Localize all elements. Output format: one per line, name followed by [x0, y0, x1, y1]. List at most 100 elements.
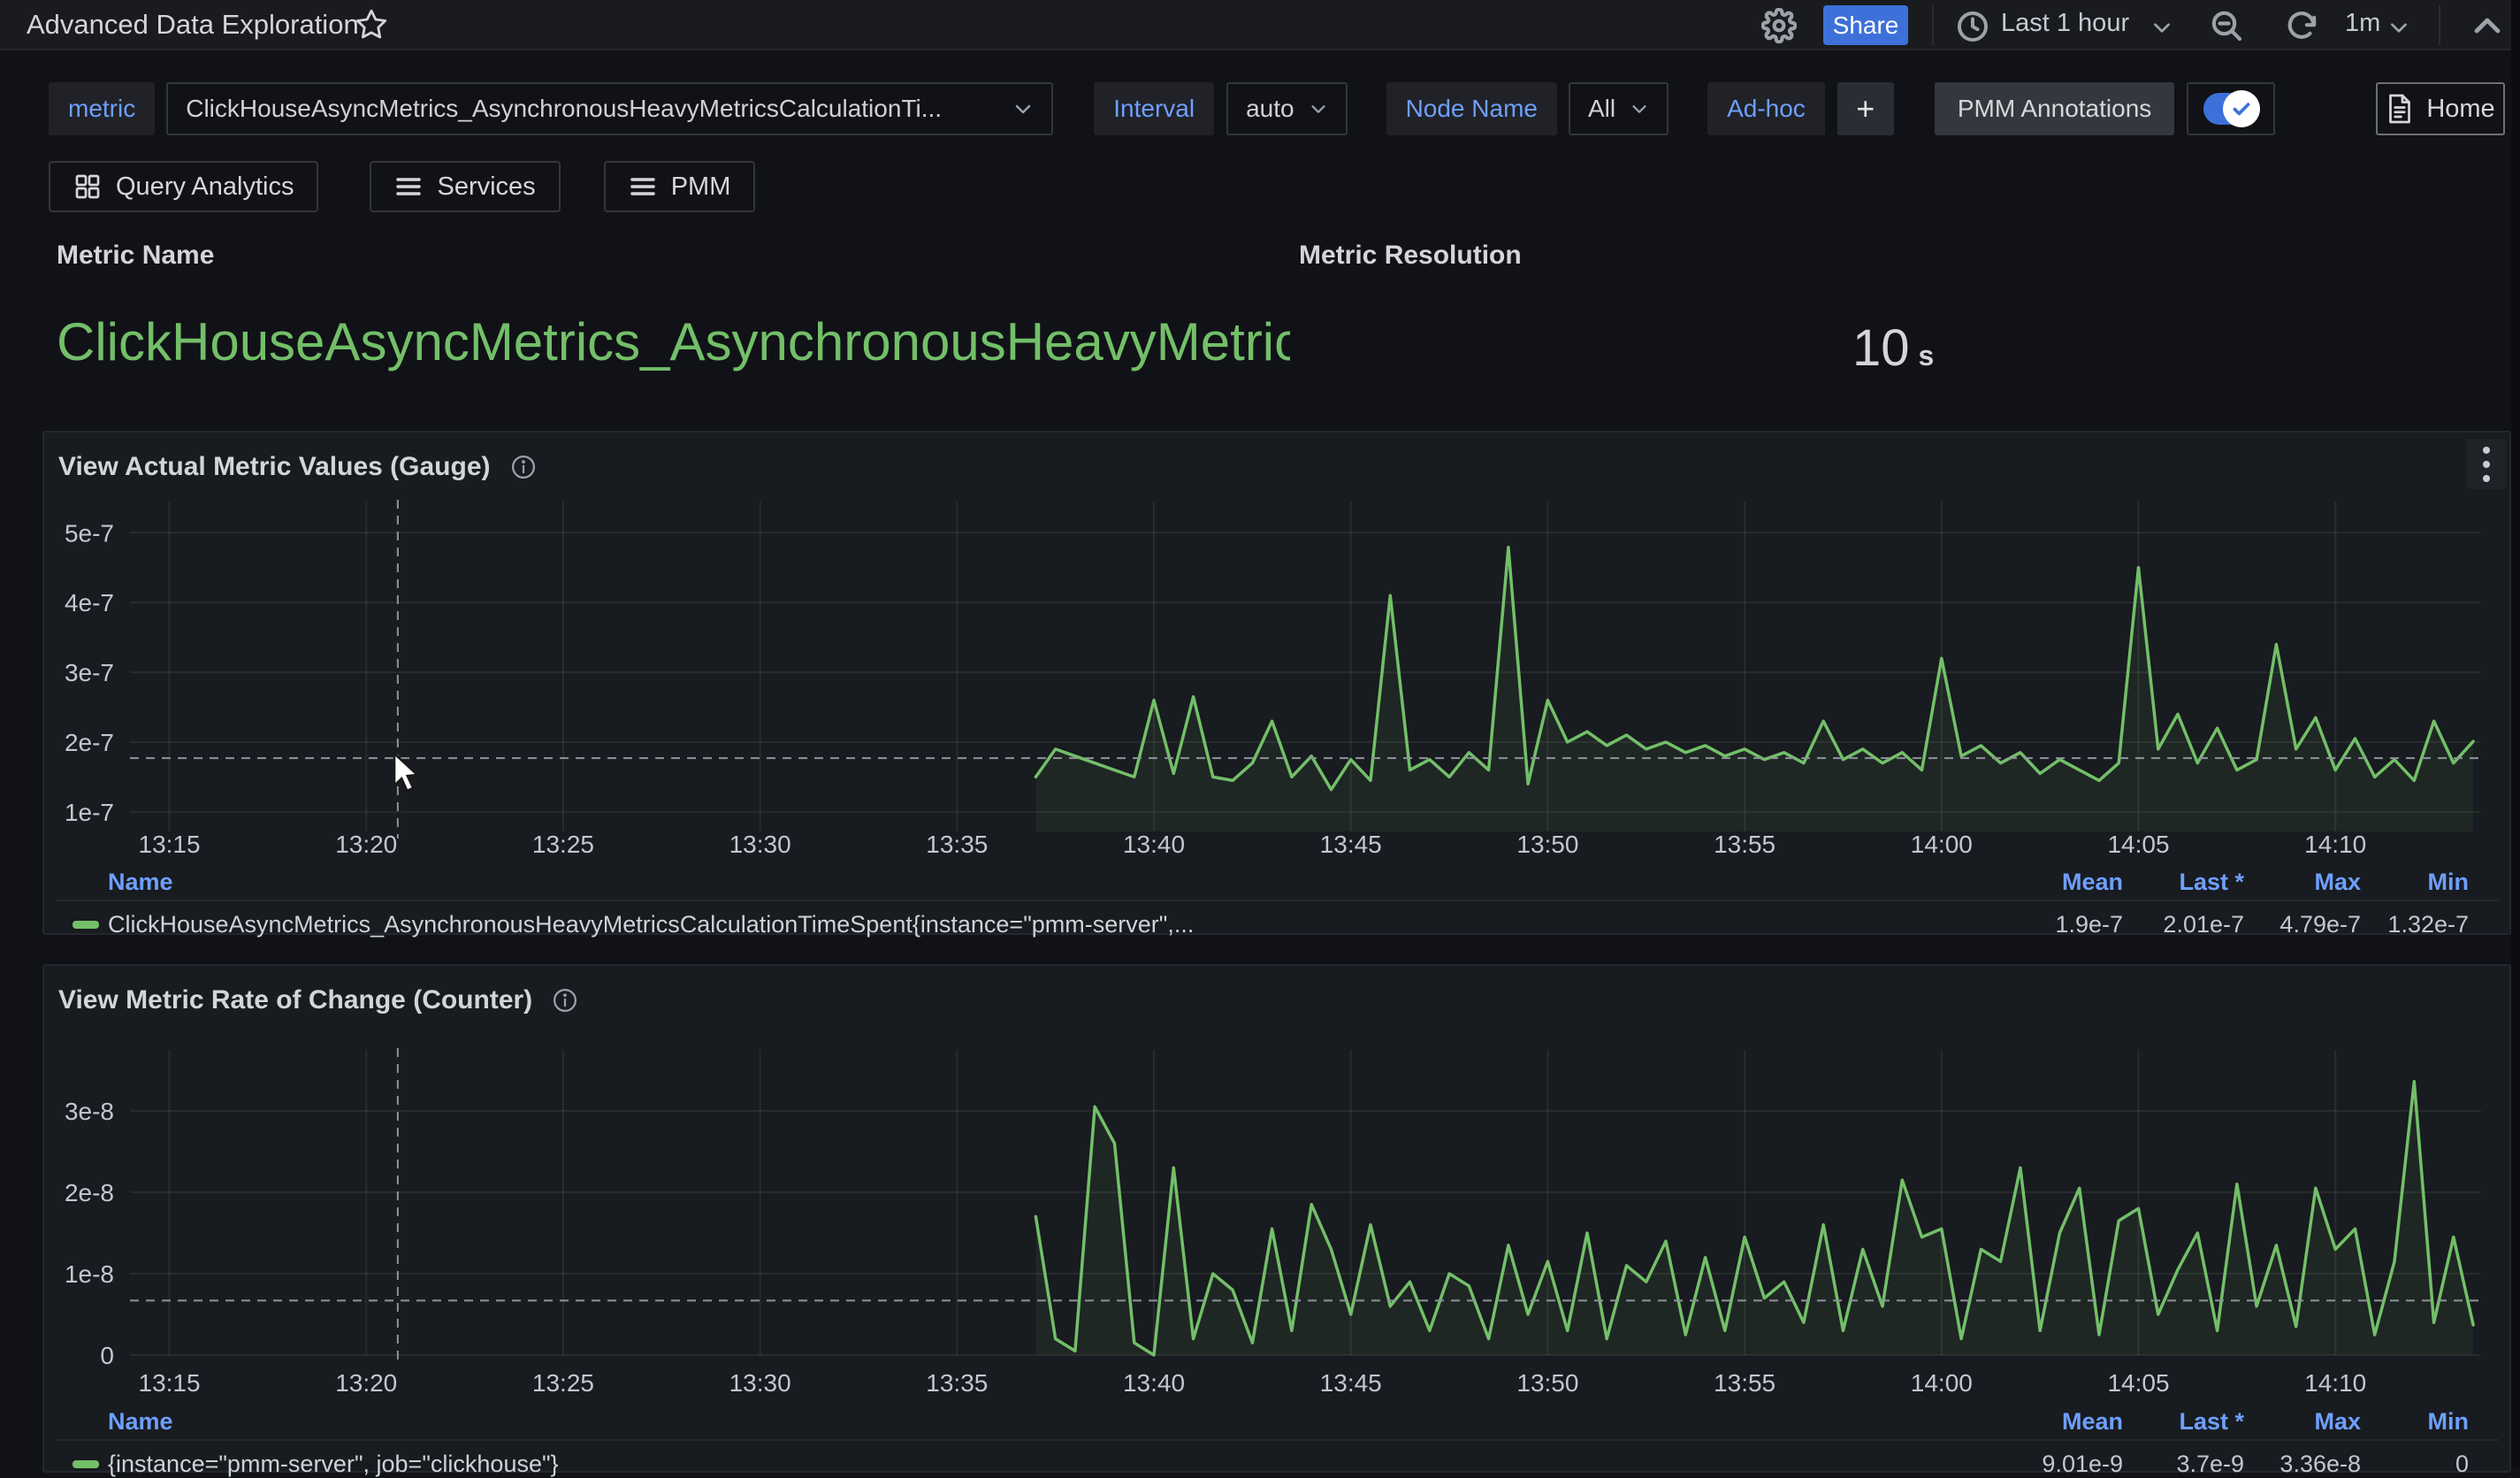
svg-text:13:30: 13:30 [729, 1369, 791, 1397]
legend-max-value: 4.79e-7 [2279, 911, 2361, 938]
node-name-variable-dropdown[interactable]: All [1569, 82, 1669, 135]
panel-title[interactable]: View Metric Rate of Change (Counter) [58, 985, 532, 1015]
series-color-swatch [73, 921, 99, 929]
legend-series-name[interactable]: {instance="pmm-server", job="clickhouse"… [108, 1451, 559, 1478]
panel-gauge-values: View Actual Metric Values (Gauge) 13:151… [42, 431, 2511, 935]
legend-header-mean[interactable]: Mean [2062, 1408, 2123, 1436]
svg-text:14:10: 14:10 [2304, 1369, 2366, 1397]
panel-menu-kebab-icon[interactable] [2466, 440, 2507, 489]
legend-separator [57, 900, 2499, 901]
metric-resolution-value: 10s [1852, 318, 1934, 378]
adhoc-filter-label: Ad-hoc [1707, 82, 1825, 135]
share-button[interactable]: Share [1823, 5, 1908, 45]
caret-up-icon[interactable] [2471, 12, 2507, 48]
metric-variable-dropdown[interactable]: ClickHouseAsyncMetrics_AsynchronousHeavy… [166, 82, 1053, 135]
svg-text:13:55: 13:55 [1714, 1369, 1775, 1397]
divider [2439, 5, 2440, 45]
node-name-variable-label: Node Name [1386, 82, 1557, 135]
time-range-picker[interactable]: Last 1 hour [2001, 9, 2129, 38]
svg-text:14:10: 14:10 [2304, 831, 2366, 858]
series-color-swatch [73, 1460, 99, 1468]
svg-text:13:25: 13:25 [532, 1369, 594, 1397]
info-icon[interactable] [552, 987, 578, 1014]
template-variables-row: metric ClickHouseAsyncMetrics_Asynchrono… [49, 82, 2275, 135]
timeseries-chart-counter[interactable]: 13:1513:2013:2513:3013:3513:4013:4513:50… [44, 1045, 2509, 1408]
svg-text:4e-7: 4e-7 [65, 589, 114, 616]
refresh-interval-value[interactable]: 1m [2345, 9, 2380, 38]
svg-text:13:55: 13:55 [1714, 831, 1775, 858]
chevron-down-icon[interactable] [2387, 16, 2423, 51]
svg-text:1e-8: 1e-8 [65, 1260, 114, 1288]
svg-text:13:20: 13:20 [335, 831, 397, 858]
legend-header-max[interactable]: Max [2314, 869, 2361, 896]
mouse-cursor [389, 752, 424, 799]
svg-text:3e-8: 3e-8 [65, 1098, 114, 1125]
svg-text:1e-7: 1e-7 [65, 799, 114, 826]
legend-header-last[interactable]: Last * [2179, 1408, 2244, 1436]
page-right-edge [2511, 0, 2520, 1468]
panel-title[interactable]: View Actual Metric Values (Gauge) [58, 452, 491, 482]
legend-mean-value: 9.01e-9 [2042, 1451, 2123, 1478]
svg-text:2e-7: 2e-7 [65, 729, 114, 756]
chevron-down-icon [1630, 99, 1649, 119]
chevron-down-icon [1012, 98, 1034, 119]
info-icon[interactable] [510, 454, 537, 480]
legend-last-value: 3.7e-9 [2176, 1451, 2244, 1478]
legend-mean-value: 1.9e-7 [2055, 911, 2123, 938]
svg-text:13:45: 13:45 [1320, 1369, 1382, 1397]
metric-variable-label: metric [49, 82, 155, 135]
quick-links-row: Query Analytics Services PMM [49, 161, 755, 212]
svg-text:2e-8: 2e-8 [65, 1179, 114, 1206]
services-button[interactable]: Services [370, 161, 560, 212]
metric-name-value: ClickHouseAsyncMetrics_AsynchronousHeavy… [57, 311, 1290, 372]
svg-text:3e-7: 3e-7 [65, 659, 114, 686]
svg-text:13:50: 13:50 [1516, 1369, 1578, 1397]
svg-text:14:05: 14:05 [2107, 831, 2169, 858]
svg-text:13:15: 13:15 [139, 831, 201, 858]
grid-icon [73, 172, 102, 201]
zoom-out-icon[interactable] [2209, 8, 2244, 43]
legend-header-name[interactable]: Name [108, 1408, 173, 1436]
metric-name-heading: Metric Name [57, 241, 214, 271]
legend-header-name[interactable]: Name [108, 869, 173, 896]
legend-header-last[interactable]: Last * [2179, 869, 2244, 896]
svg-text:13:25: 13:25 [532, 831, 594, 858]
legend-header-max[interactable]: Max [2314, 1408, 2361, 1436]
divider [1932, 5, 1934, 45]
query-analytics-button[interactable]: Query Analytics [49, 161, 318, 212]
legend-series-name[interactable]: ClickHouseAsyncMetrics_AsynchronousHeavy… [108, 911, 1194, 938]
svg-text:13:50: 13:50 [1516, 831, 1578, 858]
top-navbar: Advanced Data Exploration Share Last 1 h… [0, 0, 2520, 50]
pmm-button[interactable]: PMM [604, 161, 756, 212]
chevron-down-icon[interactable] [2150, 16, 2186, 51]
legend-max-value: 3.36e-8 [2279, 1451, 2361, 1478]
svg-text:13:40: 13:40 [1123, 831, 1185, 858]
legend-header-min[interactable]: Min [2428, 869, 2470, 896]
svg-text:13:45: 13:45 [1320, 831, 1382, 858]
timeseries-chart-gauge[interactable]: 13:15 13:20 13:25 13:30 13:35 13:40 13:45 13:50… [44, 497, 2509, 877]
svg-text:13:35: 13:35 [926, 1369, 988, 1397]
svg-text:14:00: 14:00 [1911, 831, 1973, 858]
menu-icon [629, 172, 657, 201]
interval-variable-dropdown[interactable]: auto [1226, 82, 1348, 135]
svg-text:13:20: 13:20 [335, 1369, 397, 1397]
home-button[interactable]: Home [2376, 82, 2505, 135]
pmm-annotations-label: PMM Annotations [1935, 82, 2174, 135]
pmm-annotations-toggle[interactable] [2187, 82, 2275, 135]
clock-icon [1956, 10, 1991, 45]
metric-resolution-heading: Metric Resolution [1299, 241, 1522, 271]
panel-rate-of-change: View Metric Rate of Change (Counter) 13:… [42, 964, 2511, 1473]
svg-text:0: 0 [100, 1342, 114, 1369]
svg-text:13:30: 13:30 [729, 831, 791, 858]
star-icon[interactable] [354, 7, 393, 42]
legend-header-min[interactable]: Min [2428, 1408, 2470, 1436]
svg-text:13:35: 13:35 [926, 831, 988, 858]
svg-text:13:15: 13:15 [139, 1369, 201, 1397]
svg-text:14:00: 14:00 [1911, 1369, 1973, 1397]
legend-last-value: 2.01e-7 [2163, 911, 2244, 938]
add-adhoc-filter-button[interactable]: + [1837, 82, 1894, 135]
gear-icon[interactable] [1761, 8, 1797, 43]
interval-variable-label: Interval [1094, 82, 1214, 135]
refresh-icon[interactable] [2284, 8, 2319, 43]
legend-header-mean[interactable]: Mean [2062, 869, 2123, 896]
